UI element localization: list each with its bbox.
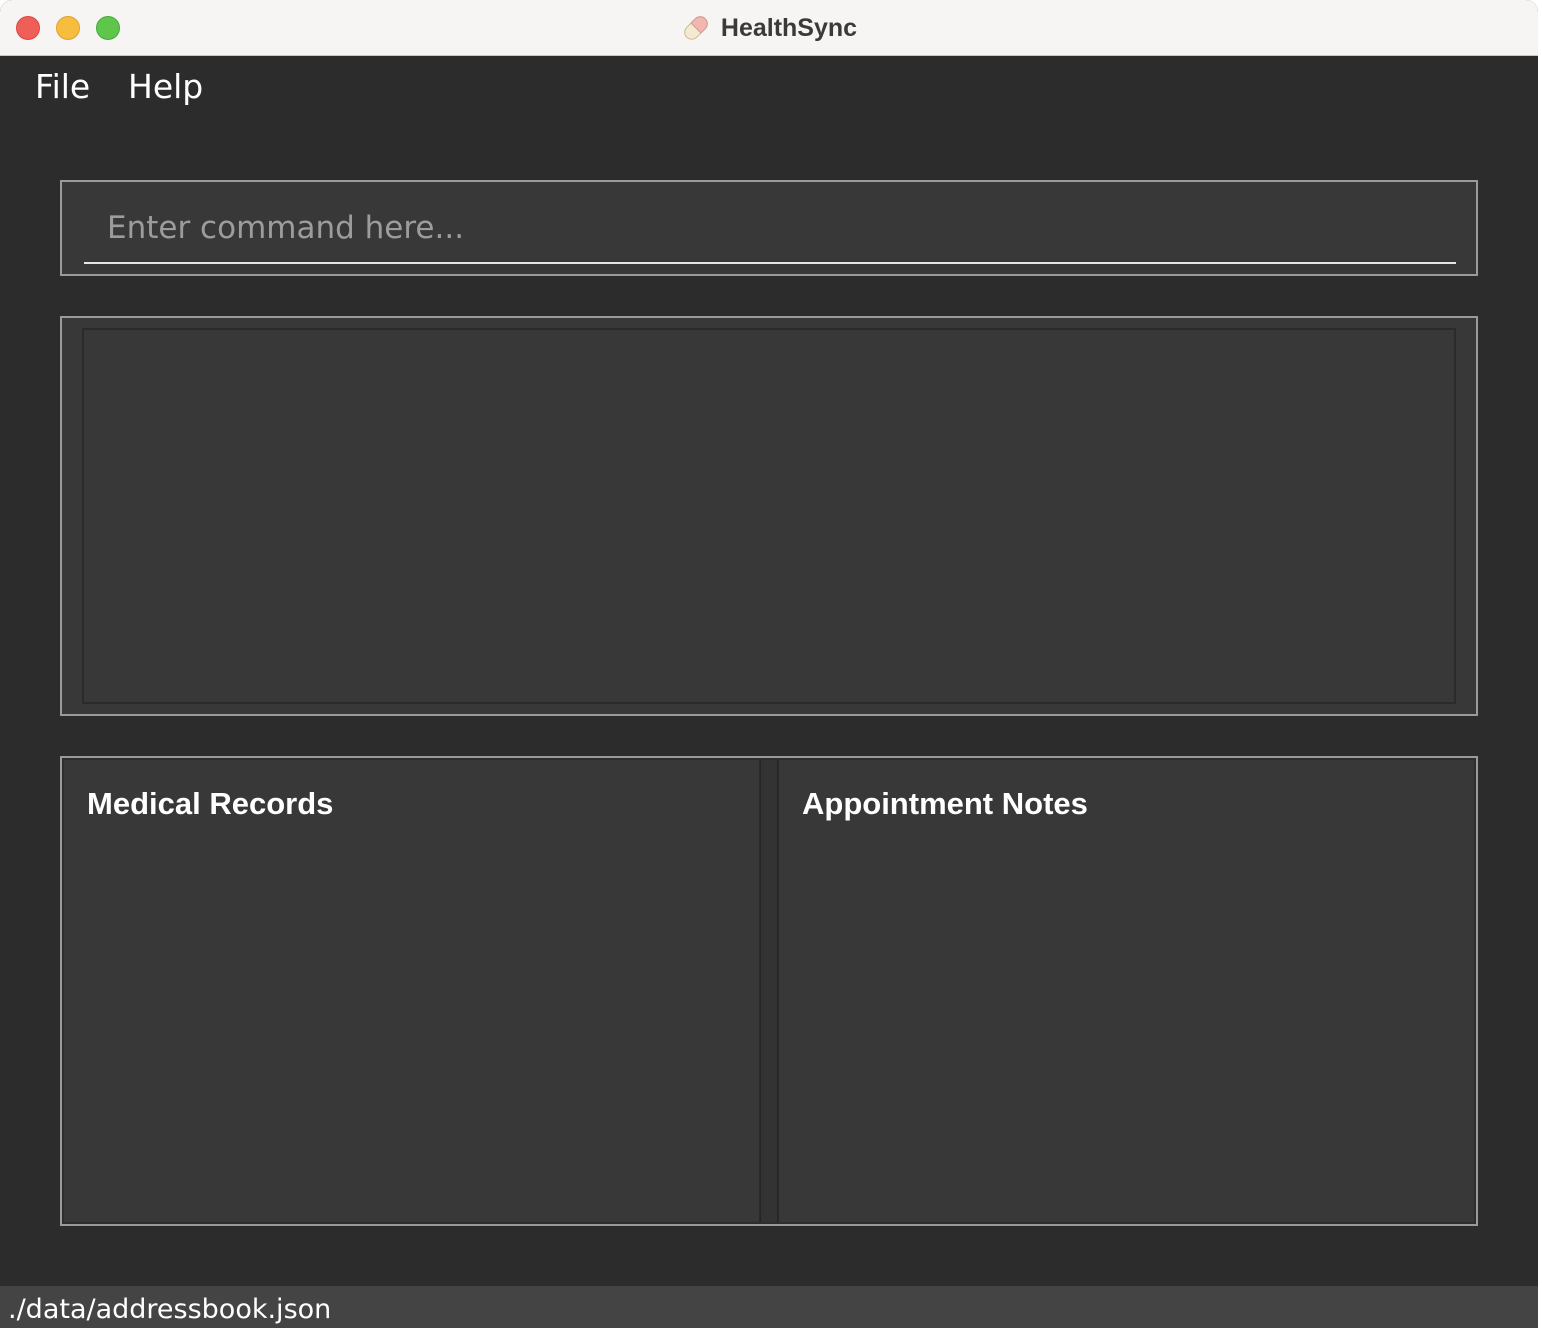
appointment-notes-title: Appointment Notes <box>802 786 1088 821</box>
title-bar[interactable]: HealthSync <box>0 0 1538 56</box>
menu-file[interactable]: File <box>35 67 90 106</box>
status-file-path: ./data/addressbook.json <box>8 1294 332 1325</box>
appointment-notes-panel[interactable]: Appointment Notes <box>778 760 1474 1222</box>
window-title: HealthSync <box>720 13 858 42</box>
medical-records-panel[interactable]: Medical Records <box>64 760 760 1222</box>
result-display-box <box>60 316 1478 716</box>
medical-records-title: Medical Records <box>87 786 334 821</box>
menu-bar: File Help <box>0 57 1538 121</box>
app-window: HealthSync File Help Medical Records App… <box>0 0 1538 1328</box>
lists-container: Medical Records Appointment Notes <box>60 756 1478 1226</box>
pill-icon <box>681 13 711 43</box>
window-edge <box>1538 0 1542 1328</box>
split-pane-divider[interactable] <box>760 760 778 1222</box>
menu-help[interactable]: Help <box>128 67 203 106</box>
command-input[interactable] <box>84 194 1456 264</box>
title-group: HealthSync <box>0 0 1538 56</box>
status-bar: ./data/addressbook.json <box>0 1286 1538 1328</box>
command-box <box>60 180 1478 276</box>
result-display[interactable] <box>82 328 1456 704</box>
